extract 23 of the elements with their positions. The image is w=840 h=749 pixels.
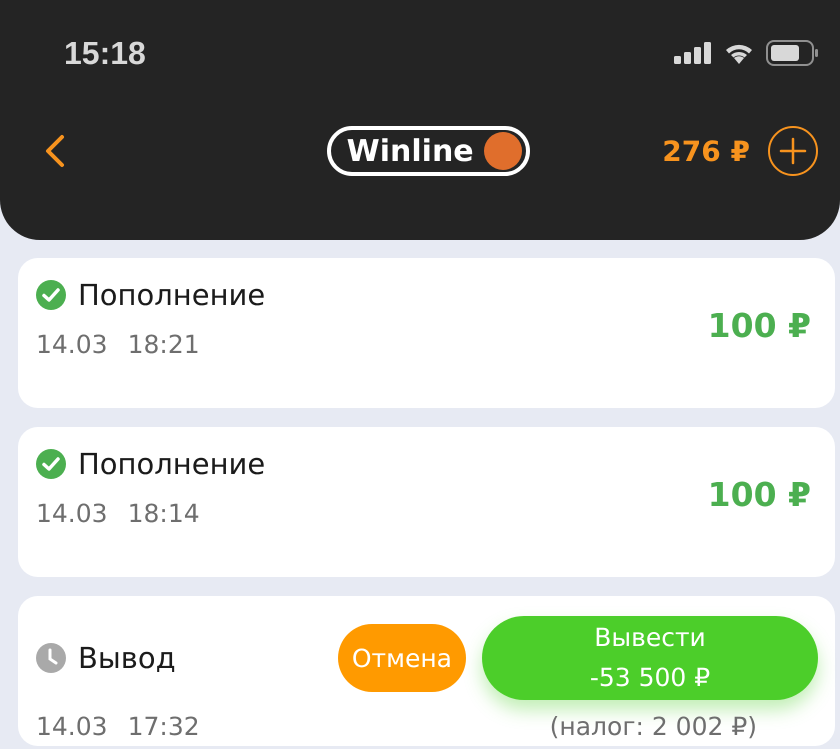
chevron-left-icon xyxy=(44,134,66,168)
withdraw-button[interactable]: Вывести -53 500 ₽ xyxy=(482,616,818,700)
transaction-time: 18:14 xyxy=(128,499,200,528)
signal-icon xyxy=(674,42,712,64)
tax-note: (налог: 2 002 ₽) xyxy=(550,712,757,741)
plus-icon xyxy=(778,136,808,166)
wifi-icon xyxy=(724,42,754,64)
battery-icon xyxy=(766,40,818,66)
cancel-button[interactable]: Отмена xyxy=(338,624,466,692)
transaction-time: 18:21 xyxy=(128,330,200,359)
add-funds-button[interactable] xyxy=(768,126,818,176)
winline-logo: Winline xyxy=(326,126,530,176)
transaction-time: 17:32 xyxy=(128,712,200,741)
transaction-date: 14.03 xyxy=(36,712,108,741)
transaction-title: Пополнение xyxy=(78,278,266,312)
transaction-date: 14.03 xyxy=(36,499,108,528)
transaction-amount: 100 ₽ xyxy=(708,306,811,345)
transaction-date: 14.03 xyxy=(36,330,108,359)
status-time: 15:18 xyxy=(64,34,146,72)
transaction-amount: 100 ₽ xyxy=(708,475,811,514)
transaction-title: Вывод xyxy=(78,641,176,675)
balance-amount: 276 ₽ xyxy=(662,134,750,168)
transaction-title: Пополнение xyxy=(78,447,266,481)
